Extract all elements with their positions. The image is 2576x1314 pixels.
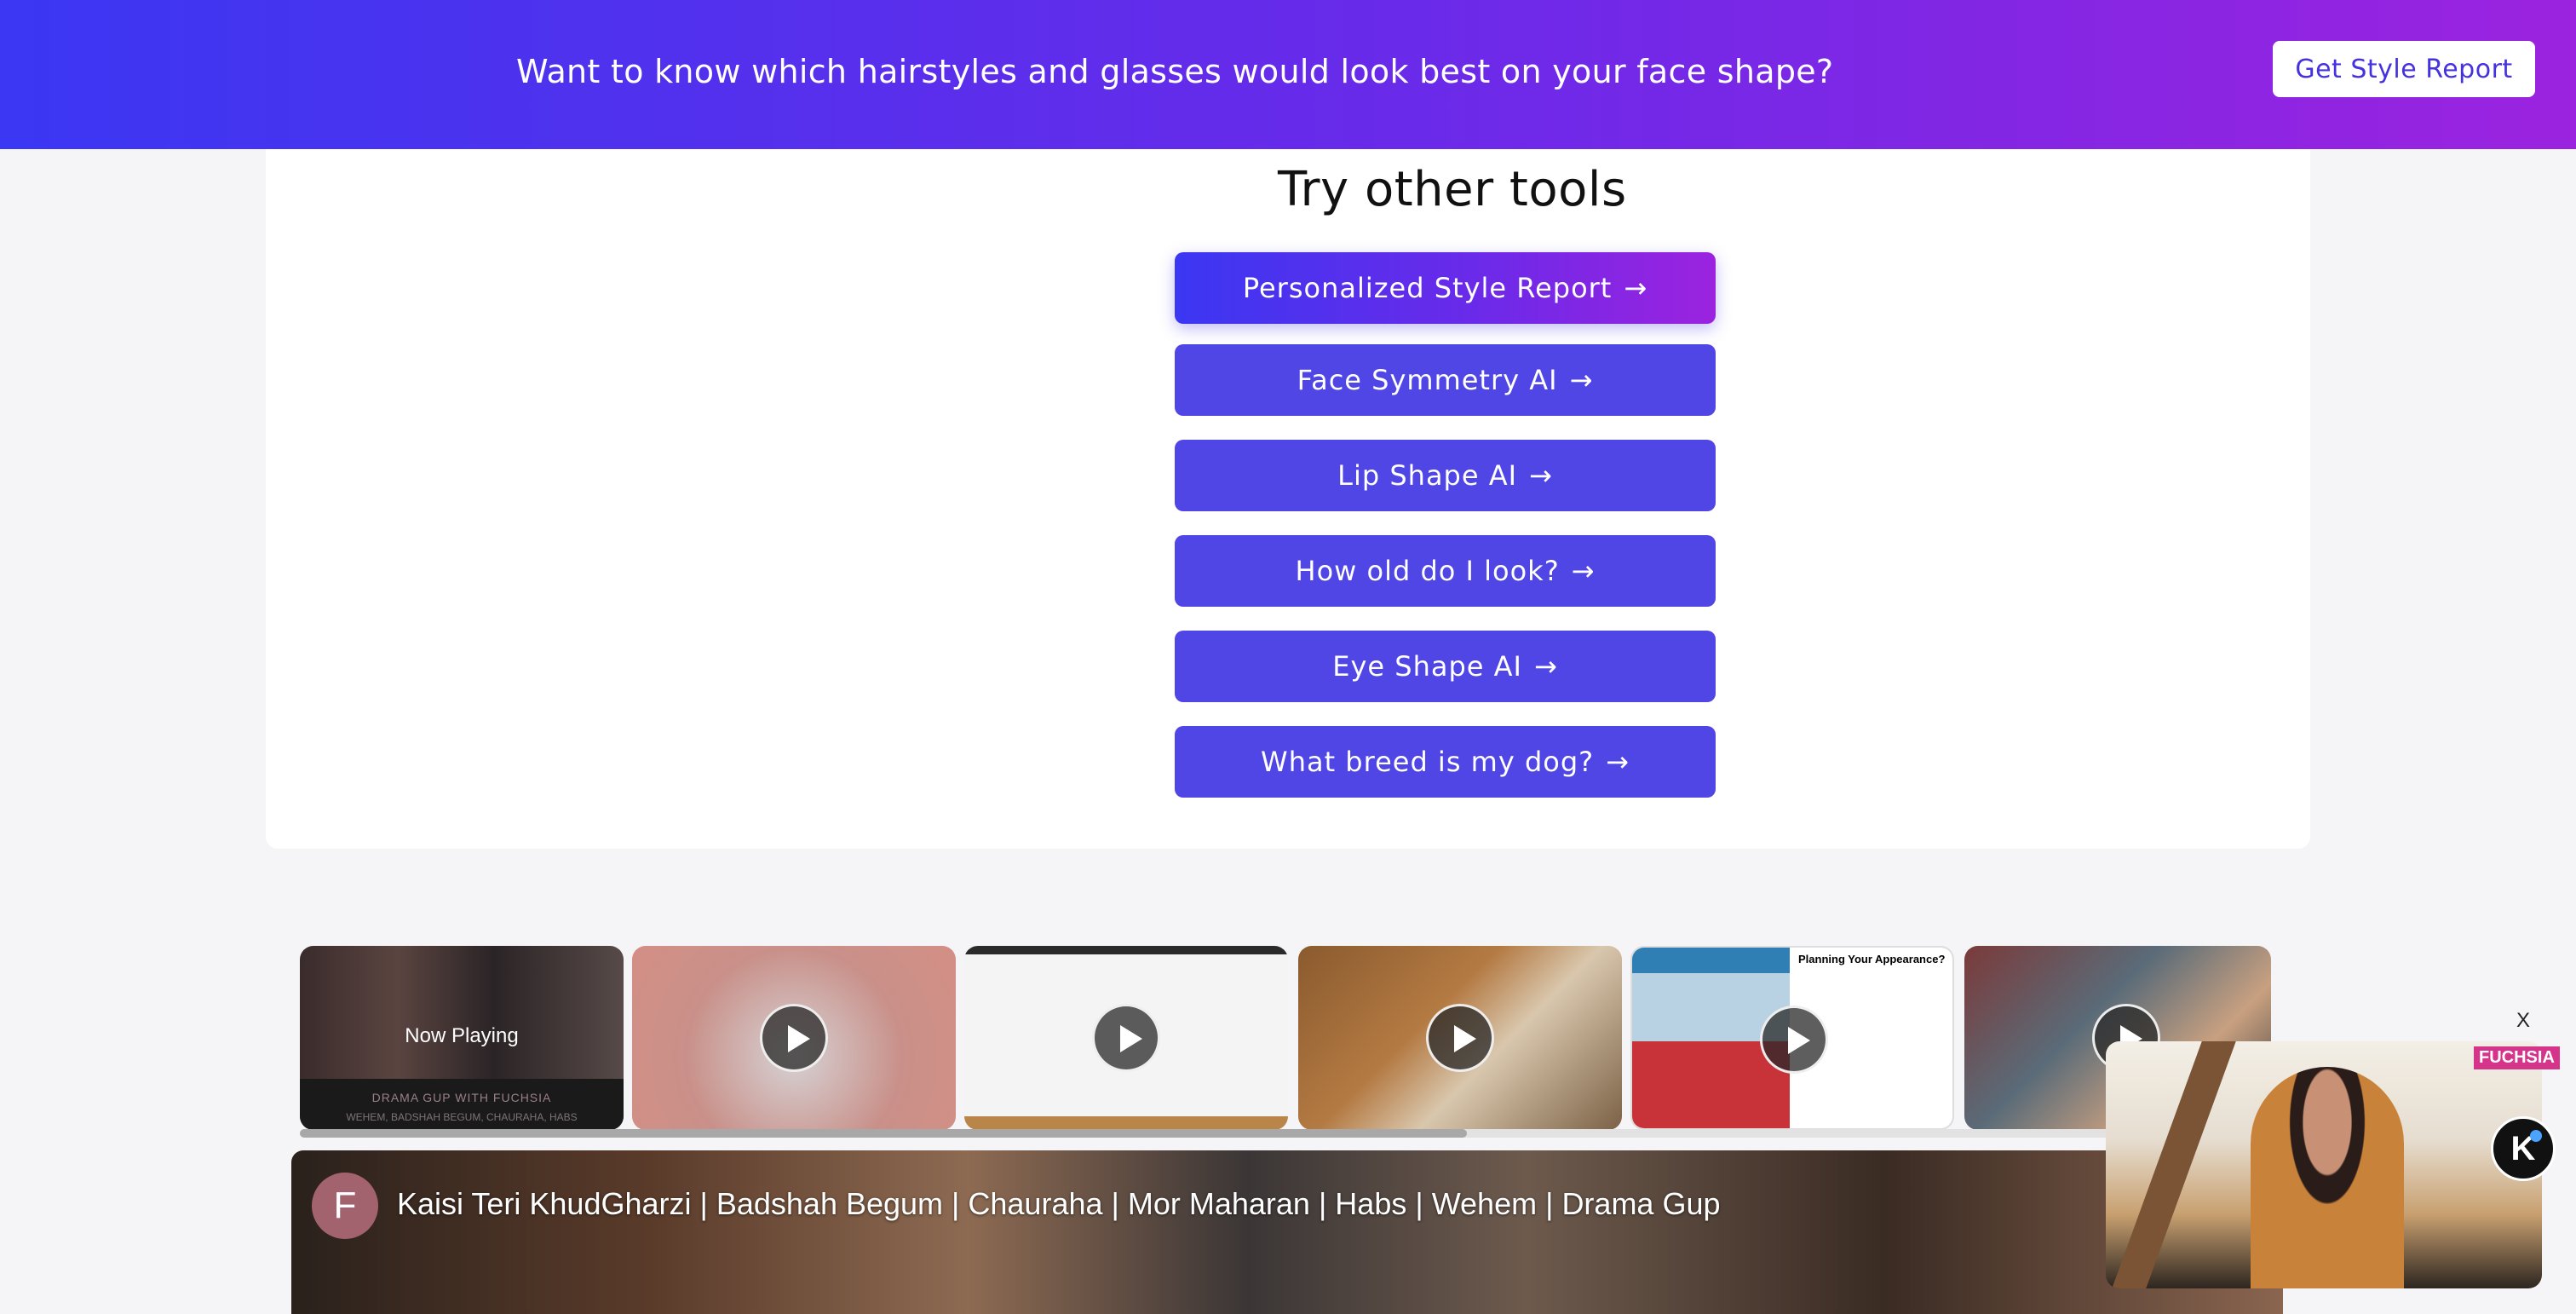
logo-dot-icon: [2530, 1130, 2542, 1142]
banner-text: Want to know which hairstyles and glasse…: [516, 53, 1834, 90]
video-person: [2251, 1067, 2404, 1288]
arrow-right-icon: →: [1606, 746, 1630, 778]
carousel-scrollbar-thumb[interactable]: [300, 1129, 1467, 1138]
video-player[interactable]: [291, 1150, 2283, 1314]
arrow-right-icon: →: [1533, 650, 1558, 683]
floating-mini-player[interactable]: [2106, 1041, 2542, 1288]
what-breed-is-my-dog-button[interactable]: What breed is my dog? →: [1175, 726, 1716, 798]
play-icon: [760, 1004, 828, 1072]
thumbnail-title: Planning Your Appearance?: [1798, 953, 1946, 965]
tools-title: Try other tools: [1278, 162, 1627, 217]
video-thumbnail-now-playing[interactable]: DRAMA GUP WITH FUCHSIA WEHEM, BADSHAH BE…: [300, 946, 624, 1130]
now-playing-label: Now Playing: [405, 1024, 519, 1047]
get-style-report-button[interactable]: Get Style Report: [2273, 41, 2535, 97]
eye-shape-ai-button[interactable]: Eye Shape AI →: [1175, 631, 1716, 702]
arrow-right-icon: →: [1569, 364, 1594, 396]
channel-avatar[interactable]: F: [312, 1173, 378, 1239]
video-thumbnail[interactable]: [1298, 946, 1622, 1130]
lip-shape-ai-button[interactable]: Lip Shape AI →: [1175, 440, 1716, 511]
play-icon: [1760, 1006, 1828, 1074]
how-old-do-i-look-button[interactable]: How old do I look? →: [1175, 535, 1716, 607]
tool-label: Personalized Style Report: [1242, 272, 1613, 304]
face-symmetry-ai-button[interactable]: Face Symmetry AI →: [1175, 344, 1716, 416]
tool-label: Lip Shape AI: [1337, 459, 1518, 492]
personalized-style-report-button[interactable]: Personalized Style Report →: [1175, 252, 1716, 324]
promo-banner: Want to know which hairstyles and glasse…: [0, 0, 2576, 149]
tool-label: Eye Shape AI: [1332, 650, 1522, 683]
thumbnail-caption: DRAMA GUP WITH FUCHSIA: [371, 1091, 552, 1104]
arrow-right-icon: →: [1529, 459, 1553, 492]
video-carousel: DRAMA GUP WITH FUCHSIA WEHEM, BADSHAH BE…: [300, 946, 2276, 1138]
video-thumbnail[interactable]: [964, 946, 1288, 1130]
tool-label: What breed is my dog?: [1261, 746, 1595, 778]
video-thumbnail[interactable]: Planning Your Appearance?: [1630, 946, 1954, 1130]
arrow-right-icon: →: [1624, 272, 1648, 304]
brand-watermark: FUCHSIA: [2474, 1046, 2560, 1069]
close-mini-player-button[interactable]: X: [2516, 1009, 2530, 1033]
tool-label: Face Symmetry AI: [1297, 364, 1558, 396]
k-logo-icon[interactable]: K: [2491, 1116, 2556, 1181]
arrow-right-icon: →: [1571, 555, 1596, 587]
play-icon: [1426, 1004, 1494, 1072]
play-icon: [1092, 1004, 1160, 1072]
video-title[interactable]: Kaisi Teri KhudGharzi | Badshah Begum | …: [397, 1186, 1721, 1222]
tool-label: How old do I look?: [1295, 555, 1560, 587]
video-thumbnail[interactable]: [632, 946, 956, 1130]
thumbnail-subcaption: WEHEM, BADSHAH BEGUM, CHAURAHA, HABS: [346, 1111, 578, 1123]
background-beam: [2112, 1041, 2236, 1288]
